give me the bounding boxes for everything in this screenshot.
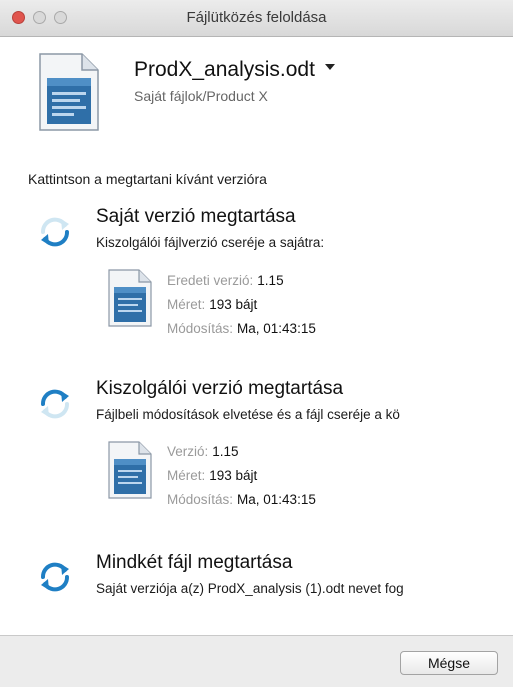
dropdown-arrow-icon[interactable] [324,64,335,71]
sync-icon [40,217,70,247]
window-title: Fájlütközés feloldása [186,9,327,26]
size-detail: Méret: 193 bájt [167,468,258,483]
dialog-footer: Mégse [0,635,513,687]
option-description: Saját verziója a(z) ProdX_analysis (1).o… [96,581,404,596]
modified-detail: Módosítás: Ma, 01:43:15 [167,492,316,507]
keep-local-option[interactable]: Saját verzió megtartása Kiszolgálói fájl… [0,200,513,350]
cancel-button[interactable]: Mégse [400,651,498,675]
keep-both-option[interactable]: Mindkét fájl megtartása Saját verziója a… [0,548,513,618]
conflict-resolution-dialog: Fájlütközés feloldása ProdX_analysis.odt… [0,0,513,687]
keep-server-option[interactable]: Kiszolgálói verzió megtartása Fájlbeli m… [0,372,513,522]
option-description: Fájlbeli módosítások elvetése és a fájl … [96,407,400,422]
file-path: Saját fájlok/Product X [134,88,268,104]
option-title: Saját verzió megtartása [96,206,296,227]
instruction-text: Kattintson a megtartani kívánt verzióra [28,171,267,187]
version-detail: Eredeti verzió: 1.15 [167,273,284,288]
option-title: Mindkét fájl megtartása [96,552,293,573]
sync-icon [40,389,70,419]
size-detail: Méret: 193 bájt [167,297,258,312]
modified-detail: Módosítás: Ma, 01:43:15 [167,321,316,336]
document-icon [108,269,152,327]
option-title: Kiszolgálói verzió megtartása [96,378,344,399]
document-icon [39,53,99,131]
title-bar[interactable]: Fájlütközés feloldása [0,0,513,37]
sync-icon [40,562,70,592]
option-description: Kiszolgálói fájlverzió cseréje a sajátra… [96,235,325,250]
version-detail: Verzió: 1.15 [167,444,239,459]
file-name[interactable]: ProdX_analysis.odt [134,58,335,82]
document-icon [108,441,152,499]
